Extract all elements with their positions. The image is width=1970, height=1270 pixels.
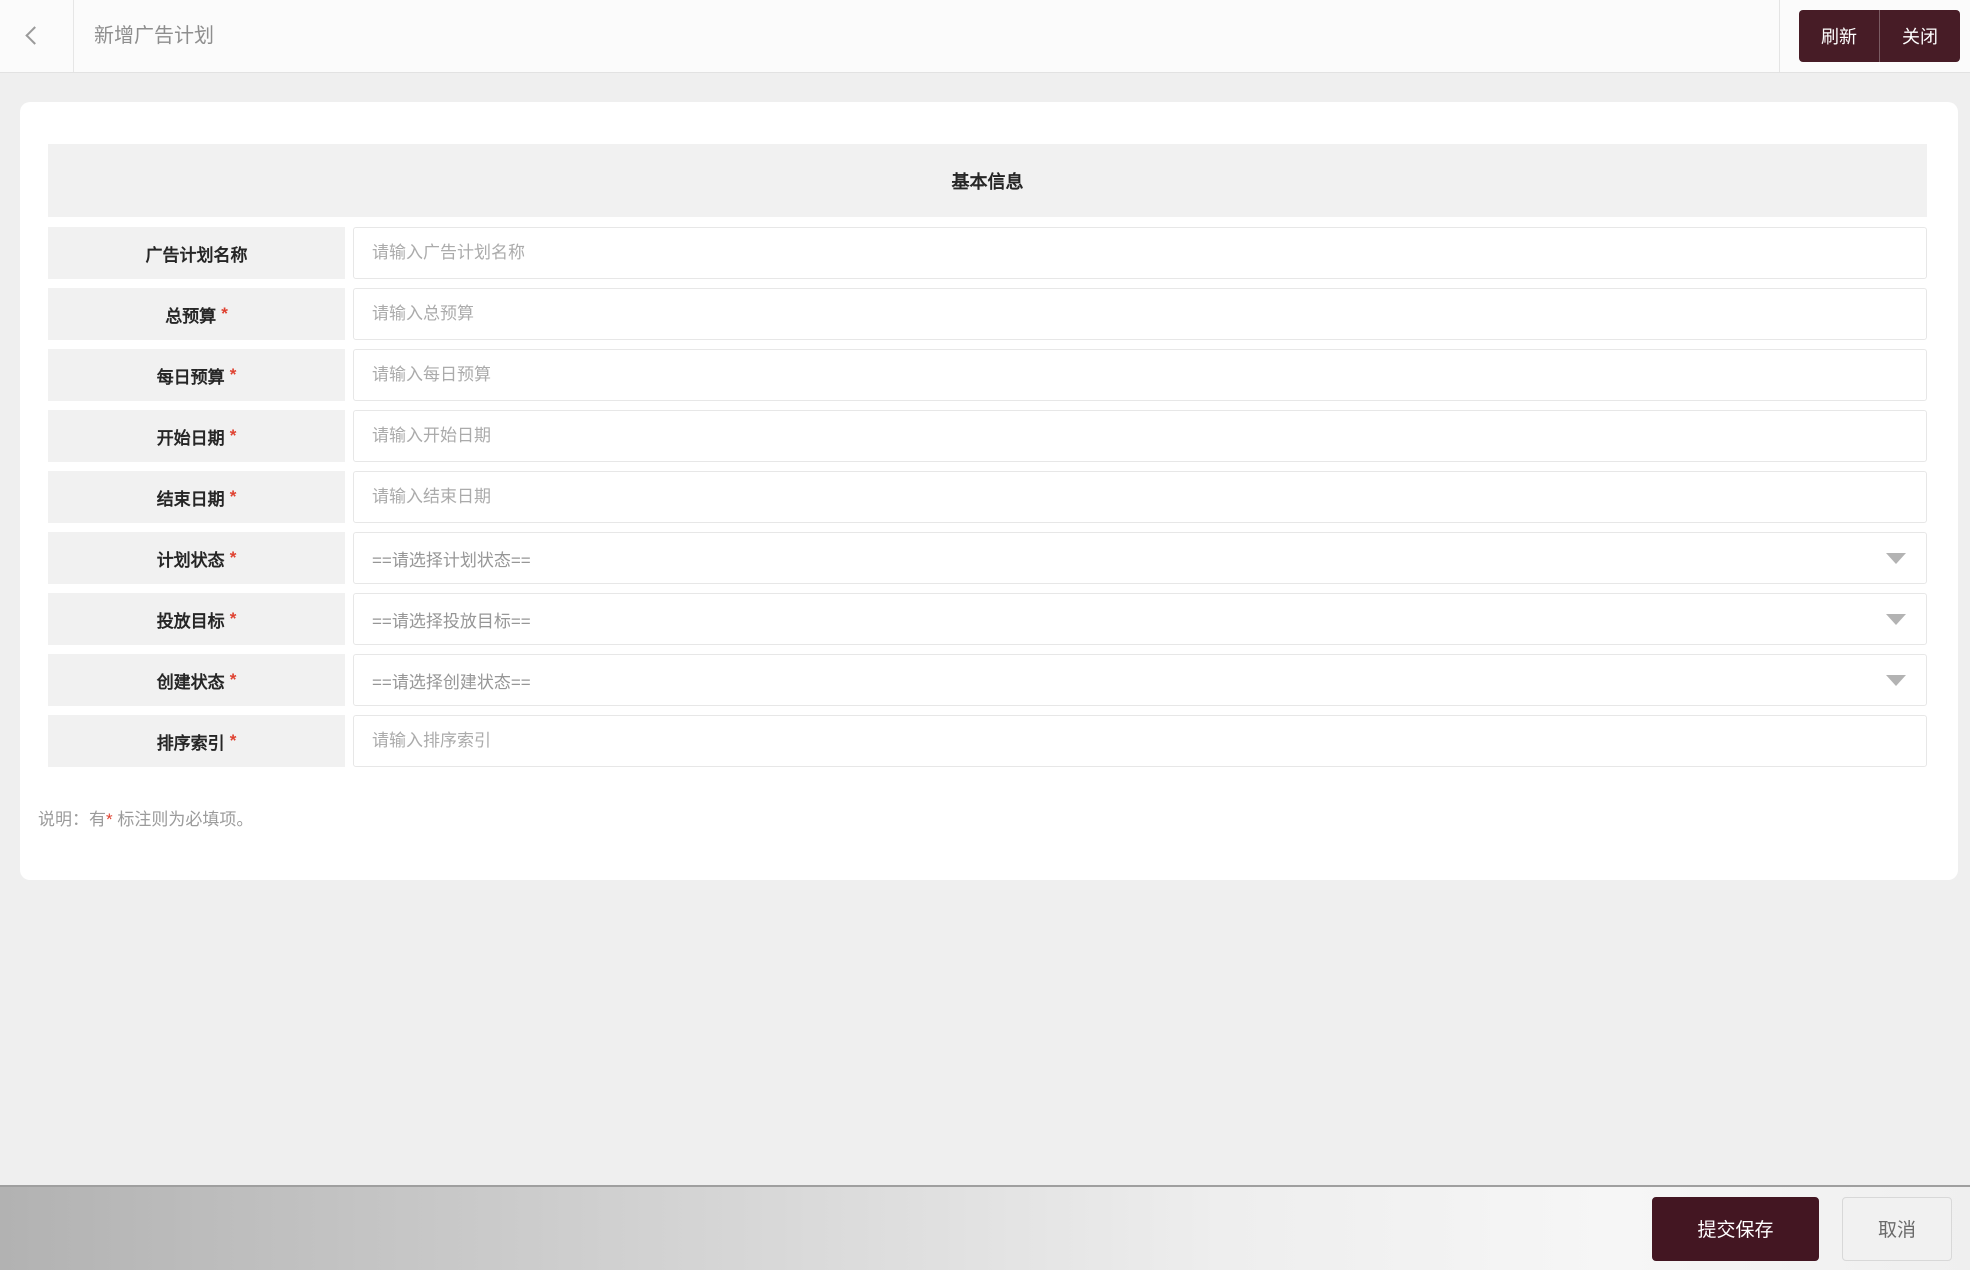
required-asterisk: * [221,304,228,323]
field-label-text: 每日预算 [156,367,225,387]
note-prefix: 说明：有 [38,810,106,829]
field-label: 总预算 * [48,288,345,340]
chevron-down-icon [1886,614,1906,625]
required-asterisk: * [229,670,237,689]
form-row: 投放目标 * ==请选择投放目标== [48,593,1927,645]
required-asterisk: * [229,731,237,750]
page-header: 新增广告计划 刷新 关闭 [0,0,1970,73]
field-label: 排序索引 * [48,715,345,767]
select-box[interactable]: ==请选择投放目标== [353,593,1927,645]
footer-bar: 提交保存 取消 [0,1185,1970,1270]
field-label-text: 开始日期 [156,428,225,448]
required-asterisk: * [229,609,237,628]
submit-save-button[interactable]: 提交保存 [1652,1196,1819,1261]
field-label: 广告计划名称 [48,227,345,279]
note-asterisk: * [106,810,113,829]
section-header: 基本信息 [48,144,1927,217]
select-value: ==请选择创建状态== [372,672,531,692]
field-label-text: 计划状态 [156,550,225,570]
header-divider [1779,0,1780,72]
field-label: 创建状态 * [48,654,345,706]
required-asterisk: * [229,487,237,506]
field-label: 计划状态 * [48,532,345,584]
field-cell [353,288,1927,340]
select-box[interactable]: ==请选择计划状态== [353,532,1927,584]
field-cell: ==请选择计划状态== [353,532,1927,584]
form-row: 计划状态 * ==请选择计划状态== [48,532,1927,584]
form-row: 广告计划名称 [48,227,1927,279]
field-label: 开始日期 * [48,410,345,462]
field-label-text: 创建状态 [156,672,225,692]
field-label: 每日预算 * [48,349,345,401]
form-card: 基本信息 广告计划名称 总预算 * 每日预算 * [20,102,1958,880]
chevron-left-icon [25,26,44,45]
text-input[interactable] [353,288,1927,340]
field-label: 结束日期 * [48,471,345,523]
select-box[interactable]: ==请选择创建状态== [353,654,1927,706]
text-input[interactable] [353,471,1927,523]
form-rows: 广告计划名称 总预算 * 每日预算 * 开始日期 * [48,227,1927,767]
chevron-down-icon [1886,553,1906,564]
field-label-text: 广告计划名称 [145,245,248,265]
text-input[interactable] [353,227,1927,279]
text-input[interactable] [353,349,1927,401]
cancel-button[interactable]: 取消 [1842,1196,1952,1261]
text-input[interactable] [353,410,1927,462]
note-suffix: 标注则为必填项。 [112,810,254,829]
field-cell [353,227,1927,279]
required-asterisk: * [229,365,237,384]
header-action-group: 刷新 关闭 [1799,10,1960,62]
field-cell: ==请选择投放目标== [353,593,1927,645]
form-row: 排序索引 * [48,715,1927,767]
select-value: ==请选择计划状态== [372,550,531,570]
form-row: 结束日期 * [48,471,1927,523]
required-asterisk: * [229,548,237,567]
field-cell [353,410,1927,462]
field-label-text: 投放目标 [156,611,225,631]
chevron-down-icon [1886,675,1906,686]
refresh-button[interactable]: 刷新 [1799,10,1879,62]
field-cell [353,349,1927,401]
page-title: 新增广告计划 [94,25,214,47]
field-cell: ==请选择创建状态== [353,654,1927,706]
form-row: 开始日期 * [48,410,1927,462]
form-row: 总预算 * [48,288,1927,340]
close-button[interactable]: 关闭 [1880,10,1960,62]
field-label-text: 排序索引 [156,733,225,753]
form-row: 每日预算 * [48,349,1927,401]
required-asterisk: * [229,426,237,445]
field-label-text: 总预算 [165,306,217,326]
select-value: ==请选择投放目标== [372,611,531,631]
field-label-text: 结束日期 [156,489,225,509]
form-row: 创建状态 * ==请选择创建状态== [48,654,1927,706]
text-input[interactable] [353,715,1927,767]
field-cell [353,471,1927,523]
required-note: 说明：有* 标注则为必填项。 [38,805,1927,830]
back-button[interactable] [0,0,74,72]
field-label: 投放目标 * [48,593,345,645]
field-cell [353,715,1927,767]
